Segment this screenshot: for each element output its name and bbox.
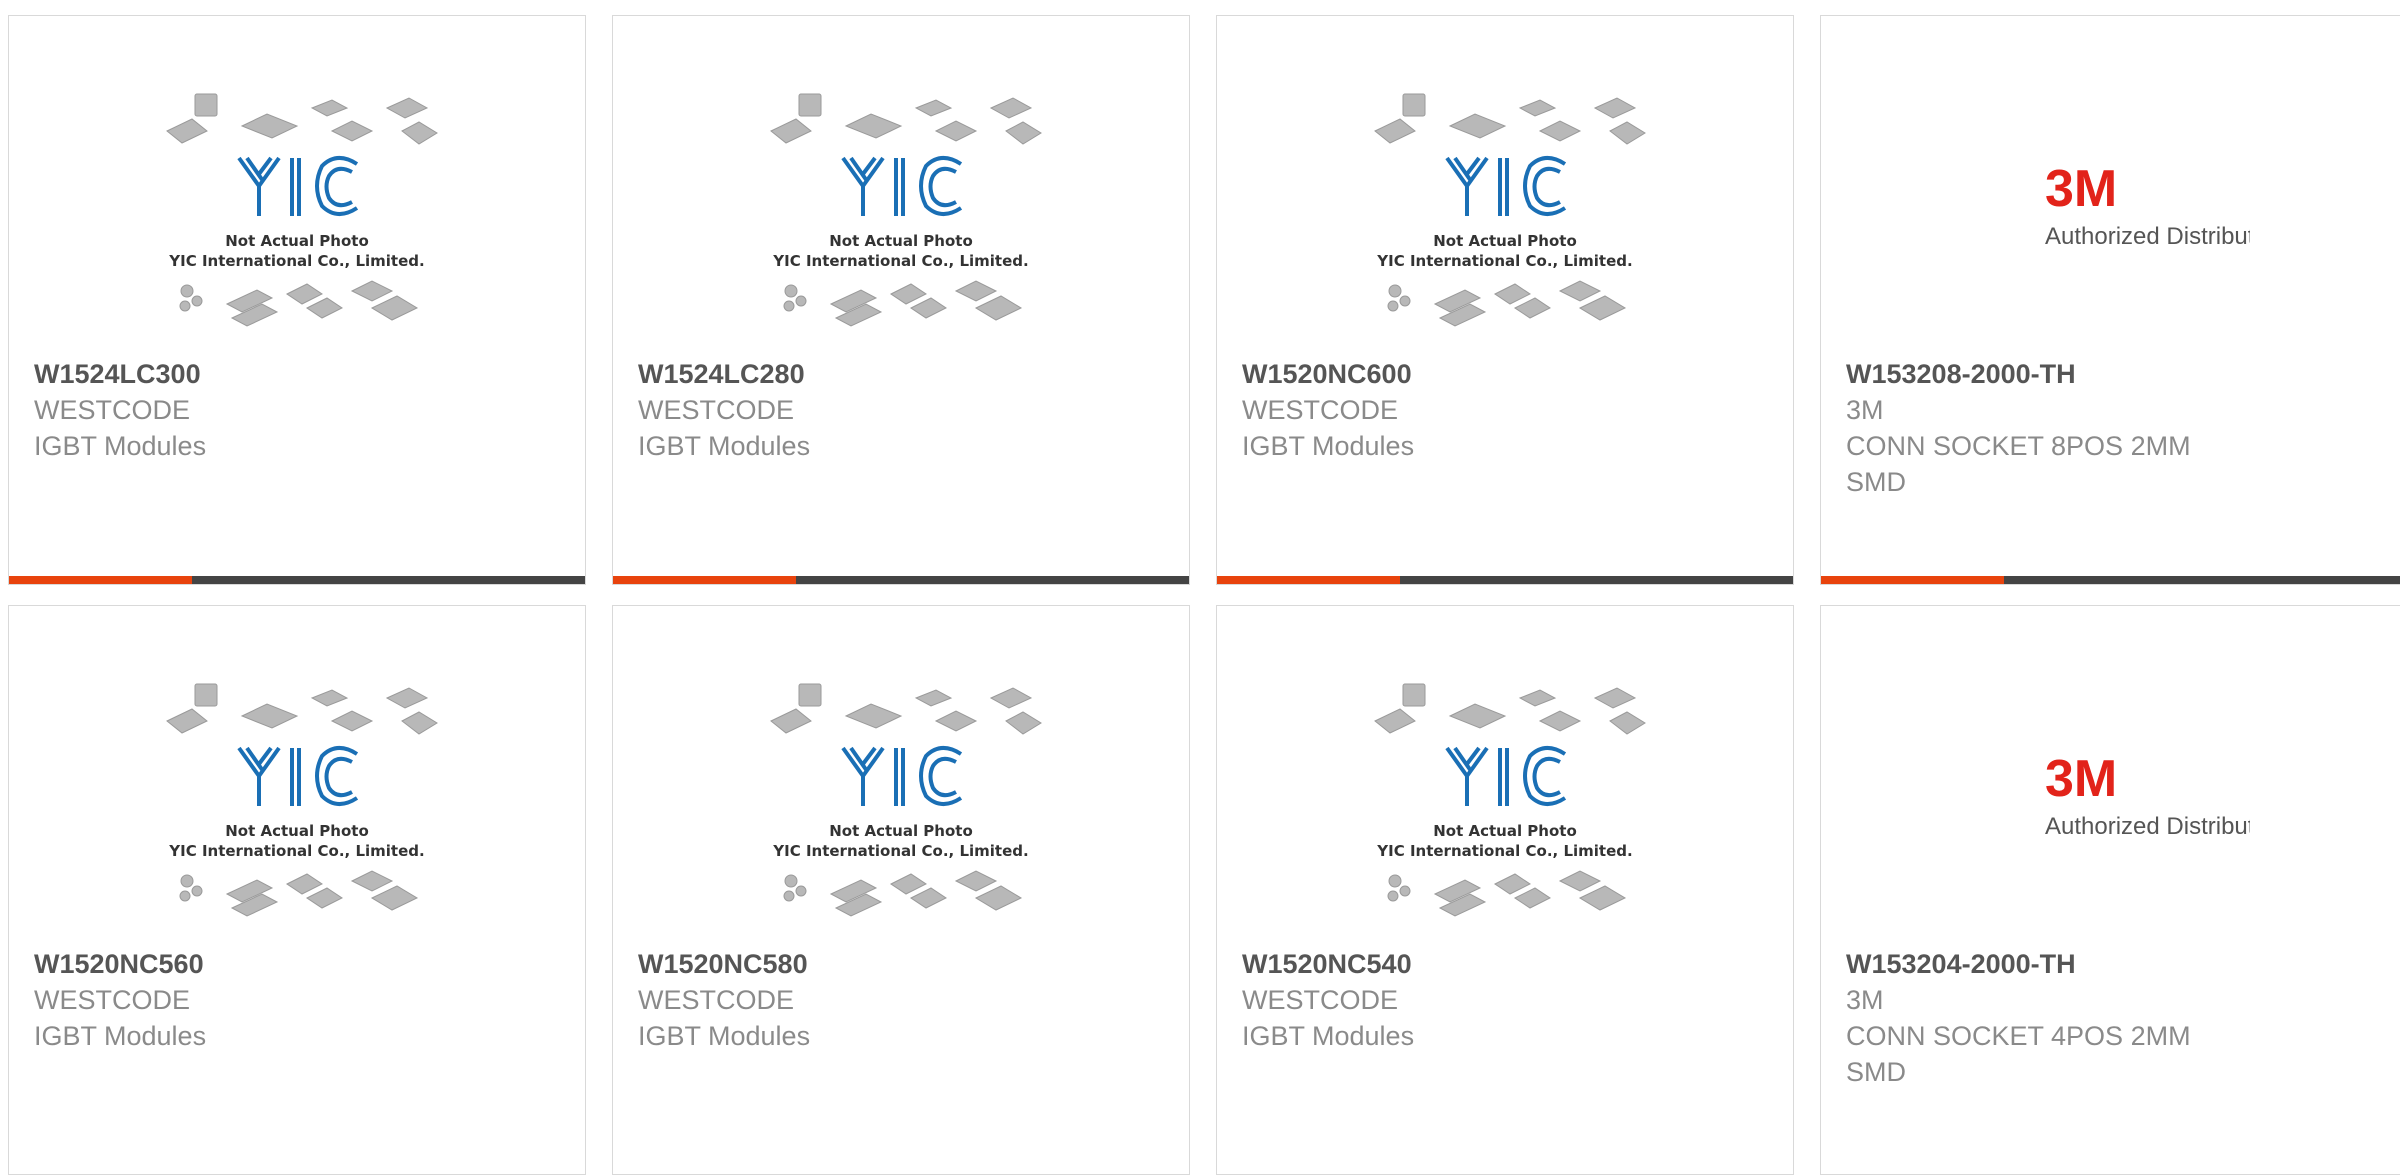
part-number-link[interactable]: W1520NC600 (1242, 356, 1773, 392)
product-image[interactable]: Not Actual Photo YIC International Co., … (1217, 666, 1793, 946)
yic-placeholder-image: Not Actual Photo YIC International Co., … (770, 93, 1042, 327)
product-description: IGBT Modules (34, 431, 207, 461)
product-image[interactable]: 3M Authorized Distributor (1821, 666, 2400, 946)
product-image[interactable]: Not Actual Photo YIC International Co., … (1217, 76, 1793, 356)
part-number-link[interactable]: W1524LC300 (34, 356, 565, 392)
product-card[interactable]: Not Actual Photo YIC International Co., … (8, 15, 586, 585)
brand-name: WESTCODE (1242, 985, 1399, 1015)
product-card[interactable]: Not Actual Photo YIC International Co., … (1216, 15, 1794, 585)
product-description: IGBT Modules (1242, 1021, 1415, 1051)
product-description: IGBT Modules (34, 1021, 207, 1051)
product-info: W1524LC300 WESTCODE IGBT Modules (34, 356, 565, 464)
part-number-link[interactable]: W1520NC560 (34, 946, 565, 982)
yic-caption-2: YIC International Co., Limited. (772, 252, 1028, 270)
product-info: W1524LC280 WESTCODE IGBT Modules (638, 356, 1169, 464)
part-number-link[interactable]: W153204-2000-TH (1846, 946, 2399, 982)
card-bottom-bar (9, 576, 585, 584)
yic-placeholder-image: Not Actual Photo YIC International Co., … (770, 683, 1042, 917)
3m-logo-image: 3M Authorized Distributor (2045, 160, 2250, 250)
card-bottom-bar (1821, 576, 2400, 584)
3m-logo-image: 3M Authorized Distributor (2045, 750, 2250, 840)
card-bottom-bar (1217, 576, 1793, 584)
yic-caption-1: Not Actual Photo (225, 232, 369, 250)
brand-name: WESTCODE (34, 985, 191, 1015)
yic-caption-1: Not Actual Photo (1433, 232, 1577, 250)
3m-caption: Authorized Distributor (2045, 223, 2250, 250)
brand-name: WESTCODE (1242, 395, 1399, 425)
product-card[interactable]: Not Actual Photo YIC International Co., … (612, 605, 1190, 1175)
3m-logo-text: 3M (2045, 750, 2117, 808)
part-number-link[interactable]: W153208-2000-TH (1846, 356, 2399, 392)
yic-caption-2: YIC International Co., Limited. (1376, 842, 1632, 860)
yic-caption-1: Not Actual Photo (1433, 822, 1577, 840)
part-number-link[interactable]: W1524LC280 (638, 356, 1169, 392)
product-card[interactable]: Not Actual Photo YIC International Co., … (612, 15, 1190, 585)
3m-caption: Authorized Distributor (2045, 813, 2250, 840)
product-grid: Not Actual Photo YIC International Co., … (0, 0, 2400, 1175)
product-description: CONN SOCKET 4POS 2MM SMD (1846, 1021, 2191, 1087)
product-card[interactable]: 3M Authorized Distributor W153204-2000-T… (1820, 605, 2400, 1175)
product-image[interactable]: Not Actual Photo YIC International Co., … (613, 666, 1189, 946)
product-card[interactable]: 3M Authorized Distributor W153208-2000-T… (1820, 15, 2400, 585)
product-card[interactable]: Not Actual Photo YIC International Co., … (8, 605, 586, 1175)
brand-name: 3M (1846, 395, 1884, 425)
card-bottom-bar (613, 576, 1189, 584)
product-image[interactable]: Not Actual Photo YIC International Co., … (9, 76, 585, 356)
3m-logo-text: 3M (2045, 160, 2117, 218)
card-bottom-bar-accent (9, 576, 192, 584)
product-info: W153204-2000-TH 3M CONN SOCKET 4POS 2MM SM… (1846, 946, 2399, 1090)
product-info: W1520NC600 WESTCODE IGBT Modules (1242, 356, 1773, 464)
yic-placeholder-image: Not Actual Photo YIC International Co., … (1374, 93, 1646, 327)
yic-placeholder-image: Not Actual Photo YIC International Co., … (166, 93, 438, 327)
yic-placeholder-image: Not Actual Photo YIC International Co., … (1374, 683, 1646, 917)
yic-placeholder-image: Not Actual Photo YIC International Co., … (166, 683, 438, 917)
product-info: W1520NC560 WESTCODE IGBT Modules (34, 946, 565, 1054)
brand-name: WESTCODE (34, 395, 191, 425)
product-description: CONN SOCKET 8POS 2MM SMD (1846, 431, 2191, 497)
product-description: IGBT Modules (638, 1021, 811, 1051)
product-description: IGBT Modules (1242, 431, 1415, 461)
yic-caption-1: Not Actual Photo (225, 822, 369, 840)
product-image[interactable]: Not Actual Photo YIC International Co., … (613, 76, 1189, 356)
yic-caption-1: Not Actual Photo (829, 232, 973, 250)
product-image[interactable]: 3M Authorized Distributor (1821, 76, 2400, 356)
part-number-link[interactable]: W1520NC580 (638, 946, 1169, 982)
product-info: W153208-2000-TH 3M CONN SOCKET 8POS 2MM SM… (1846, 356, 2399, 500)
yic-caption-1: Not Actual Photo (829, 822, 973, 840)
product-image[interactable]: Not Actual Photo YIC International Co., … (9, 666, 585, 946)
part-number-link[interactable]: W1520NC540 (1242, 946, 1773, 982)
product-card[interactable]: Not Actual Photo YIC International Co., … (1216, 605, 1794, 1175)
brand-name: 3M (1846, 985, 1884, 1015)
yic-caption-2: YIC International Co., Limited. (168, 842, 424, 860)
product-info: W1520NC540 WESTCODE IGBT Modules (1242, 946, 1773, 1054)
yic-caption-2: YIC International Co., Limited. (772, 842, 1028, 860)
brand-name: WESTCODE (638, 985, 795, 1015)
product-description: IGBT Modules (638, 431, 811, 461)
product-info: W1520NC580 WESTCODE IGBT Modules (638, 946, 1169, 1054)
yic-caption-2: YIC International Co., Limited. (1376, 252, 1632, 270)
brand-name: WESTCODE (638, 395, 795, 425)
yic-caption-2: YIC International Co., Limited. (168, 252, 424, 270)
card-bottom-bar-accent (1217, 576, 1400, 584)
card-bottom-bar-accent (1821, 576, 2004, 584)
card-bottom-bar-accent (613, 576, 796, 584)
